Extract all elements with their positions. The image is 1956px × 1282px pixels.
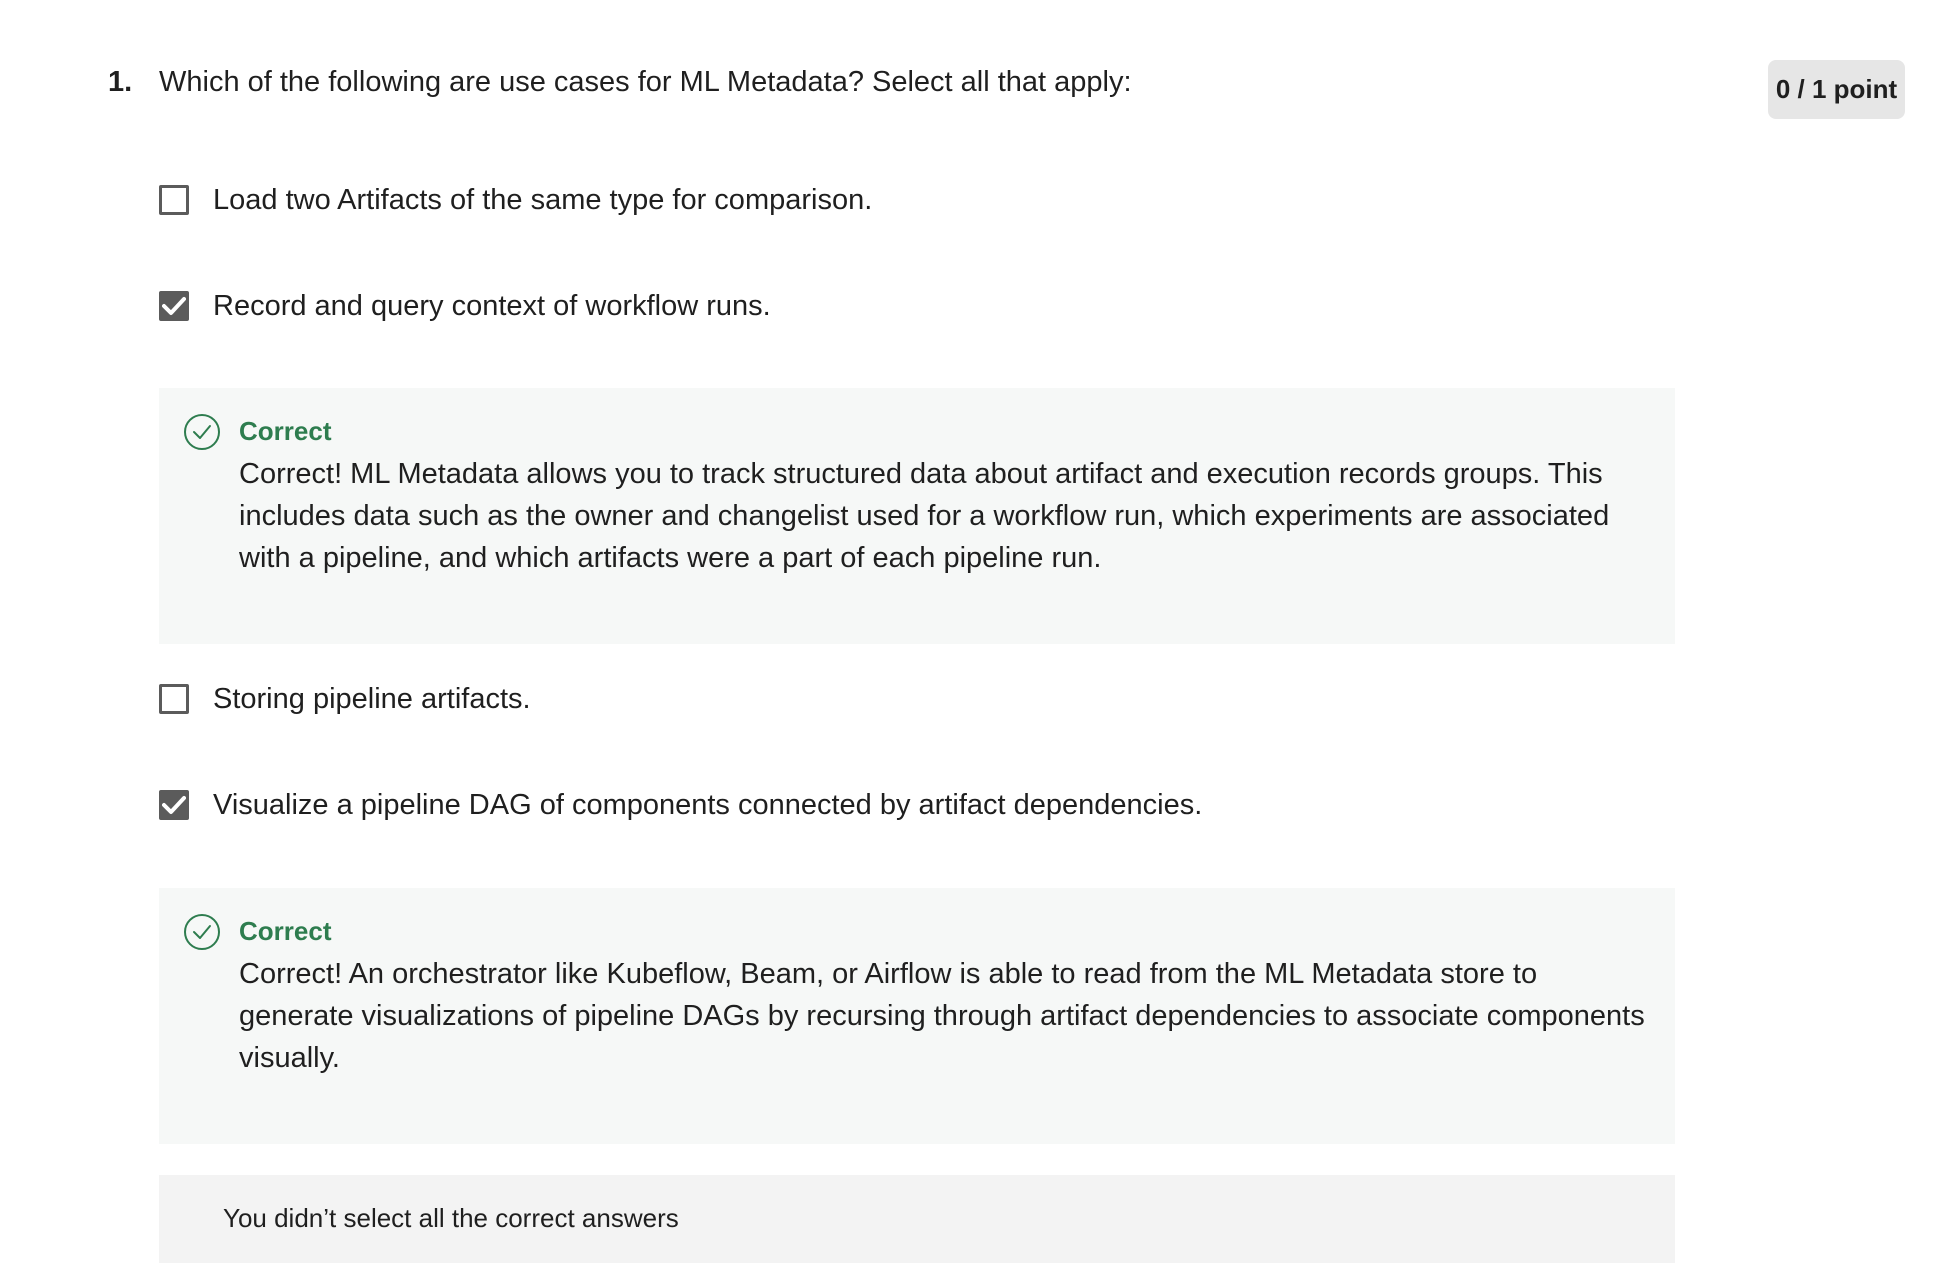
checkbox-checked[interactable] bbox=[159, 790, 189, 820]
question-text: Which of the following are use cases for… bbox=[159, 66, 1132, 98]
checkbox[interactable] bbox=[159, 185, 189, 215]
result-summary-text: You didn’t select all the correct answer… bbox=[223, 1203, 679, 1233]
check-icon bbox=[162, 796, 186, 814]
option-label: Record and query context of workflow run… bbox=[213, 289, 771, 322]
option-label: Storing pipeline artifacts. bbox=[213, 682, 531, 715]
answer-option[interactable]: Visualize a pipeline DAG of components c… bbox=[159, 785, 1202, 825]
answer-option[interactable]: Storing pipeline artifacts. bbox=[159, 679, 531, 719]
checkbox-checked[interactable] bbox=[159, 291, 189, 321]
result-summary: You didn’t select all the correct answer… bbox=[159, 1175, 1675, 1263]
feedback-text: Correct! An orchestrator like Kubeflow, … bbox=[239, 958, 1645, 1074]
answer-option[interactable]: Load two Artifacts of the same type for … bbox=[159, 180, 872, 220]
score-badge: 0 / 1 point bbox=[1768, 60, 1905, 119]
option-label: Load two Artifacts of the same type for … bbox=[213, 183, 873, 216]
quiz-question: 1. Which of the following are use cases … bbox=[0, 0, 1956, 1282]
answer-option[interactable]: Record and query context of workflow run… bbox=[159, 286, 771, 326]
question-number: 1. bbox=[108, 66, 133, 98]
check-icon bbox=[162, 297, 186, 315]
feedback-title: Correct bbox=[239, 916, 332, 946]
option-label: Visualize a pipeline DAG of components c… bbox=[213, 788, 1203, 821]
feedback-title: Correct bbox=[239, 416, 332, 446]
feedback-text: Correct! ML Metadata allows you to track… bbox=[239, 458, 1610, 574]
feedback-panel: Correct Correct! ML Metadata allows you … bbox=[159, 388, 1675, 644]
checkbox[interactable] bbox=[159, 684, 189, 714]
check-circle-icon bbox=[184, 914, 220, 950]
check-circle-icon bbox=[184, 414, 220, 450]
feedback-panel: Correct Correct! An orchestrator like Ku… bbox=[159, 888, 1675, 1144]
